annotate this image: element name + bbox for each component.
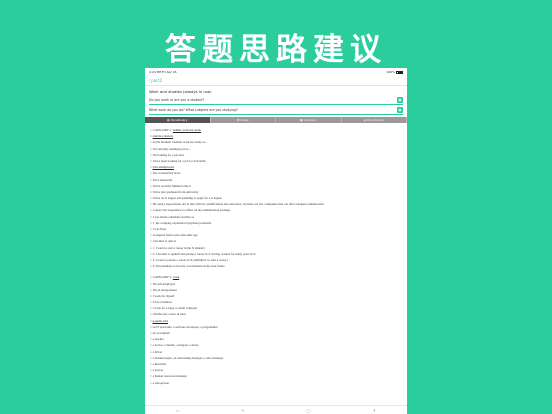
bottom-toolbar: ≡ ✎ ◯ ⬆	[145, 405, 407, 414]
list-item-text: an IT specialist, a software developer, …	[152, 324, 218, 329]
list-item-text: a musician	[152, 361, 166, 366]
vocabulary-list: ○ CATEGORY 1: neither work nor study ○ en…	[145, 123, 407, 386]
list-item-text: I'm a housewife	[152, 177, 173, 182]
list-item-text: I'm looking for a job now	[152, 152, 185, 157]
list-item-text: a salesperson	[152, 380, 170, 385]
section-title: Work and studies (always in use)	[149, 89, 212, 94]
list-item-text: CATEGORY 2:	[152, 275, 173, 280]
list-item-text: 3. I want to pursue a career in X (defin…	[152, 257, 228, 262]
list-item-text: I was fired	[152, 227, 166, 231]
list-item: ○ a salesperson	[150, 380, 402, 386]
list-item-text: I decided to quit as	[152, 239, 177, 244]
list-item-text: I resigned from work some time ago	[152, 233, 198, 238]
chevron-left-icon[interactable]: ‹	[148, 78, 150, 84]
book-icon: ▤	[167, 118, 170, 122]
list-item-text: I run a business	[152, 300, 172, 305]
list-item-text: I'm an entrepreneur	[152, 287, 177, 292]
list-item-text: CATEGORY 1:	[152, 128, 173, 132]
list-item-text: a lawyer	[152, 368, 164, 373]
list-item-link[interactable]: entrance matters	[153, 134, 173, 138]
bookmark-icon: ◈	[363, 118, 367, 122]
tab-answers[interactable]: ● Answers	[276, 117, 342, 123]
question-row[interactable]: Do you work or are you a student? ◉	[149, 96, 403, 105]
list-item-text: I expect my experience to reflect on my …	[152, 208, 231, 213]
tab-label: Bookmarks	[367, 118, 384, 122]
list-item-text: 1. I want to start a career in the X ind…	[152, 245, 205, 250]
list-item-text: I was made redundant recently as	[152, 214, 194, 219]
list-item-text: I further my career in sales	[152, 312, 186, 317]
tab-label: Ideas	[240, 118, 249, 122]
question-text: Do you work or are you a student?	[149, 97, 205, 102]
status-battery-text: 100%	[386, 70, 395, 74]
device-screen: 4:24 PM Fri Apr 16 100% ‹ part1 Work and…	[145, 68, 407, 414]
list-item-text: a marketologist, an advertising manager,…	[152, 355, 224, 360]
list-item-link[interactable]: jobs unemployed	[153, 165, 174, 169]
status-bar: 4:24 PM Fri Apr 16 100%	[145, 68, 407, 76]
tab-vocabulary[interactable]: ▤ Vocabulary	[145, 117, 211, 123]
nav-bar: ‹ part1	[145, 76, 407, 86]
list-item-text: I'm on maternity leave	[152, 171, 181, 176]
list-item-link[interactable]: neither work nor study	[173, 128, 201, 132]
share-icon[interactable]: ⬆	[373, 408, 376, 413]
play-icon[interactable]: ◉	[397, 106, 403, 113]
list-item-text: 4. I'm planning to start my own business…	[152, 264, 225, 269]
play-icon[interactable]: ◉	[397, 96, 403, 103]
tab-bookmarks[interactable]: ◈ Bookmarks	[341, 117, 407, 123]
battery-icon	[396, 70, 403, 74]
hero-title: 答题思路建议	[165, 32, 387, 68]
list-item-text: I work for myself	[152, 293, 175, 298]
list-icon[interactable]: ≡	[176, 408, 179, 413]
tab-label: Vocabulary	[170, 118, 188, 122]
list-item-text: a doctor, a dentist, a surgeon, a nurse	[152, 343, 199, 348]
list-item-text: I have been looking for a job for X mont…	[152, 158, 206, 163]
tab-bar: ▤ Vocabulary ✱ Ideas ● Answers ◈ Bookmarks	[145, 117, 407, 123]
tab-ideas[interactable]: ✱ Ideas	[210, 117, 276, 123]
list-item-link[interactable]: popular jobs	[153, 319, 168, 323]
list-item-text: I have just graduated from university	[152, 189, 199, 194]
list-item-text: I have recently finished school	[152, 183, 191, 188]
list-item-text: a driver	[152, 349, 163, 354]
list-item-text: My salary expectations are in line with …	[152, 202, 324, 207]
bulb-icon: ✱	[236, 118, 240, 122]
list-item-link[interactable]: work	[173, 275, 179, 279]
list-item-text: At the moment I neither work nor study a…	[152, 140, 208, 145]
tab-label: Answers	[303, 118, 317, 122]
list-item-text: I work for a large or small company	[152, 306, 198, 311]
list-item-text: an accountant	[152, 331, 170, 335]
list-item-text: 1. the company experienced payment probl…	[152, 220, 212, 225]
question-row[interactable]: What work do you do? What subjects are y…	[149, 106, 403, 115]
mic-icon[interactable]: ◯	[306, 408, 310, 413]
edit-icon[interactable]: ✎	[241, 408, 244, 413]
back-button[interactable]: part1	[151, 78, 162, 83]
list-item-text: 2. I decided to upskill and pursue a car…	[152, 251, 256, 256]
list-item-text: I'm self-employed	[152, 281, 176, 286]
question-text: What work do you do? What subjects are y…	[149, 107, 238, 112]
list-item-text: I'm currently unemployed as...	[152, 146, 191, 151]
list-item	[150, 269, 402, 272]
list-item-text: a teacher	[152, 337, 164, 342]
list-item-text: I have an X degree and planning to apply…	[152, 196, 222, 201]
chat-icon: ●	[300, 118, 303, 122]
status-time: 4:24 PM Fri Apr 16	[149, 70, 177, 74]
list-item-text: a human resources manager	[152, 374, 188, 379]
status-right: 100%	[386, 70, 403, 74]
